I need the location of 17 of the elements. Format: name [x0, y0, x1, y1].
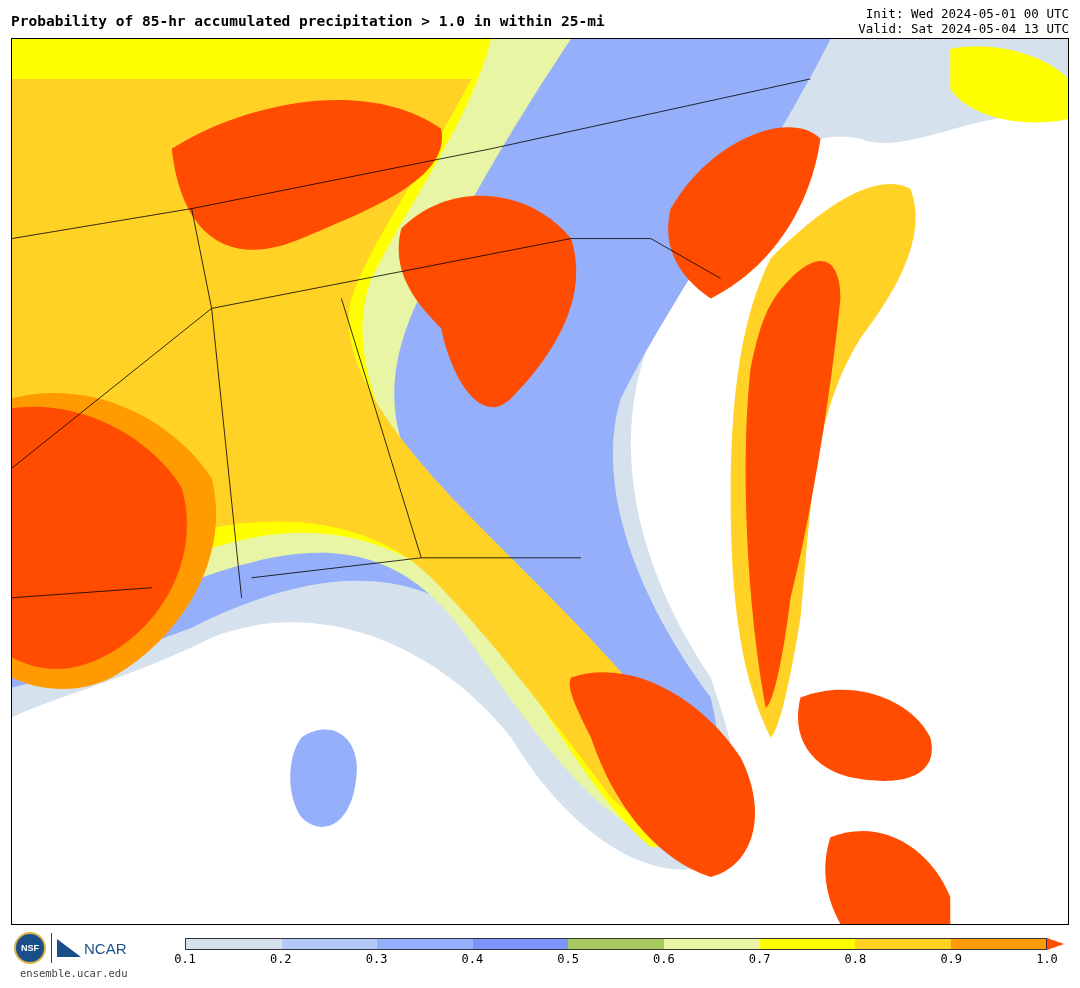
tick-label: 0.4: [461, 952, 484, 966]
tick-label: 0.9: [940, 952, 963, 966]
init-time: Init: Wed 2024-05-01 00 UTC: [865, 6, 1069, 21]
ncar-logo: NCAR: [84, 939, 127, 957]
tick-label: 0.6: [653, 952, 675, 966]
tick-label: 0.1: [174, 952, 196, 966]
website-url: ensemble.ucar.edu: [20, 967, 128, 979]
tick-label: 1.0: [1036, 952, 1058, 966]
nsf-logo: NSF: [14, 932, 46, 964]
tick-label: 0.7: [748, 952, 771, 966]
tick-label: 0.2: [269, 952, 292, 966]
tick-label: 0.5: [557, 952, 579, 966]
chart-title: Probability of 85-hr accumulated precipitation > 1.0 in within 25-mi: [11, 13, 605, 29]
tick-label: 0.8: [844, 952, 867, 966]
tick-label: 0.3: [365, 952, 388, 966]
valid-time: Valid: Sat 2024-05-04 13 UTC: [858, 21, 1069, 36]
triangle-icon: [57, 939, 81, 957]
